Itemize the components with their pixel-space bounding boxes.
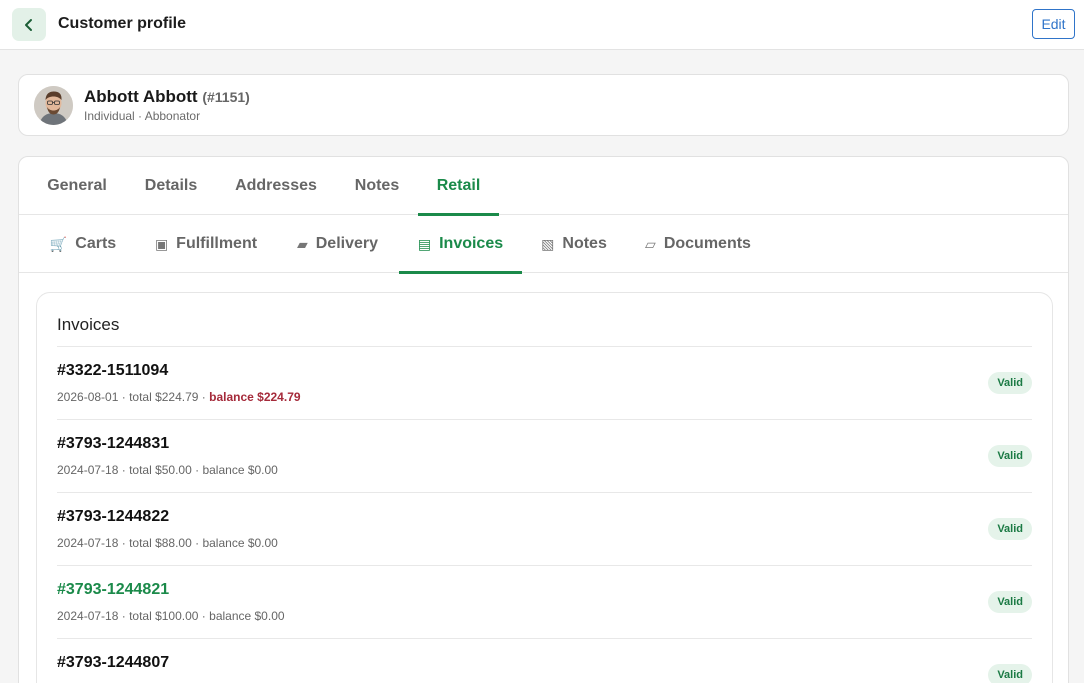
table-row[interactable]: #3793-1244822 2024-07-18 · total $88.00 … (57, 492, 1032, 565)
subtab-label: Invoices (439, 235, 504, 252)
invoice-balance: balance $0.00 (202, 536, 278, 550)
subtab-label: Carts (75, 235, 117, 252)
profile-content-card: General Details Addresses Notes Retail 🛒… (18, 156, 1069, 683)
status-badge: Valid (988, 445, 1032, 467)
customer-id: (#1151) (202, 89, 250, 105)
subtab-label: Notes (562, 235, 607, 252)
invoice-number[interactable]: #3322-1511094 (57, 362, 168, 380)
customer-name-text: Abbott Abbott (84, 87, 198, 106)
invoice-total: total $88.00 (129, 536, 192, 550)
table-row[interactable]: #3793-1244807 Valid (57, 638, 1032, 683)
subtab-documents[interactable]: ▱ Documents (642, 215, 754, 273)
tab-general[interactable]: General (46, 157, 108, 215)
subtab-label: Fulfillment (176, 235, 258, 252)
notes-icon: ▧ (541, 235, 555, 252)
invoice-meta: 2024-07-18 · total $100.00 · balance $0.… (57, 609, 285, 623)
invoice-number[interactable]: #3793-1244821 (57, 581, 169, 599)
customer-summary-card: Abbott Abbott (#1151) Individual · Abbon… (18, 74, 1069, 136)
invoice-total: total $100.00 (129, 609, 199, 623)
retail-subtabs: 🛒 Carts ▣ Fulfillment ▰ Delivery ▤ Invoi… (19, 215, 1068, 274)
invoice-balance: balance $0.00 (209, 609, 285, 623)
status-badge: Valid (988, 518, 1032, 540)
table-row[interactable]: #3793-1244831 2024-07-18 · total $50.00 … (57, 419, 1032, 492)
invoice-total: total $50.00 (129, 463, 192, 477)
edit-button[interactable]: Edit (1032, 9, 1075, 39)
subtab-invoices[interactable]: ▤ Invoices (399, 215, 522, 274)
status-badge: Valid (988, 591, 1032, 613)
invoice-number[interactable]: #3793-1244831 (57, 435, 169, 453)
status-badge: Valid (988, 372, 1032, 394)
customer-name: Abbott Abbott (#1151) (84, 87, 250, 107)
documents-icon: ▱ (645, 235, 656, 252)
invoice-list: #3322-1511094 2026-08-01 · total $224.79… (57, 346, 1032, 683)
subtab-carts[interactable]: 🛒 Carts (48, 215, 118, 273)
invoice-total: total $224.79 (129, 390, 199, 404)
invoice-number[interactable]: #3793-1244807 (57, 654, 169, 672)
panel-title: Invoices (57, 315, 120, 334)
subtab-delivery[interactable]: ▰ Delivery (294, 215, 381, 273)
invoice-date: 2026-08-01 (57, 390, 119, 404)
table-row[interactable]: #3793-1244821 2024-07-18 · total $100.00… (57, 565, 1032, 638)
invoice-meta: 2024-07-18 · total $50.00 · balance $0.0… (57, 463, 278, 477)
invoice-meta: 2024-07-18 · total $88.00 · balance $0.0… (57, 536, 278, 550)
invoice-date: 2024-07-18 (57, 609, 119, 623)
customer-subtitle: Individual · Abbonator (84, 109, 201, 123)
delivery-icon: ▰ (296, 235, 308, 252)
subtab-label: Documents (663, 235, 751, 252)
invoices-panel: Invoices #3322-1511094 2026-08-01 · tota… (36, 292, 1053, 683)
table-row[interactable]: #3322-1511094 2026-08-01 · total $224.79… (57, 346, 1032, 419)
back-button[interactable] (12, 8, 46, 41)
invoice-icon: ▤ (417, 235, 432, 252)
invoice-date: 2024-07-18 (57, 536, 119, 550)
invoice-number[interactable]: #3793-1244822 (57, 508, 169, 526)
primary-tabs: General Details Addresses Notes Retail (19, 157, 1068, 216)
tab-retail[interactable]: Retail (418, 157, 499, 216)
fulfillment-icon: ▣ (154, 235, 169, 252)
avatar (34, 86, 73, 125)
status-badge: Valid (988, 664, 1032, 683)
tab-addresses[interactable]: Addresses (234, 157, 318, 215)
tab-details[interactable]: Details (143, 157, 199, 215)
invoice-balance: balance $224.79 (209, 390, 301, 404)
subtab-label: Delivery (315, 235, 379, 252)
top-bar: Customer profile Edit (0, 0, 1084, 50)
subtab-notes[interactable]: ▧ Notes (538, 215, 610, 273)
invoice-balance: balance $0.00 (202, 463, 278, 477)
page-title: Customer profile (58, 15, 187, 32)
cart-icon: 🛒 (49, 235, 68, 252)
chevron-left-icon (25, 18, 32, 31)
invoice-date: 2024-07-18 (57, 463, 119, 477)
tab-notes[interactable]: Notes (354, 157, 400, 215)
subtab-fulfillment[interactable]: ▣ Fulfillment (152, 215, 260, 273)
invoice-meta: 2026-08-01 · total $224.79 · balance $22… (57, 390, 301, 404)
